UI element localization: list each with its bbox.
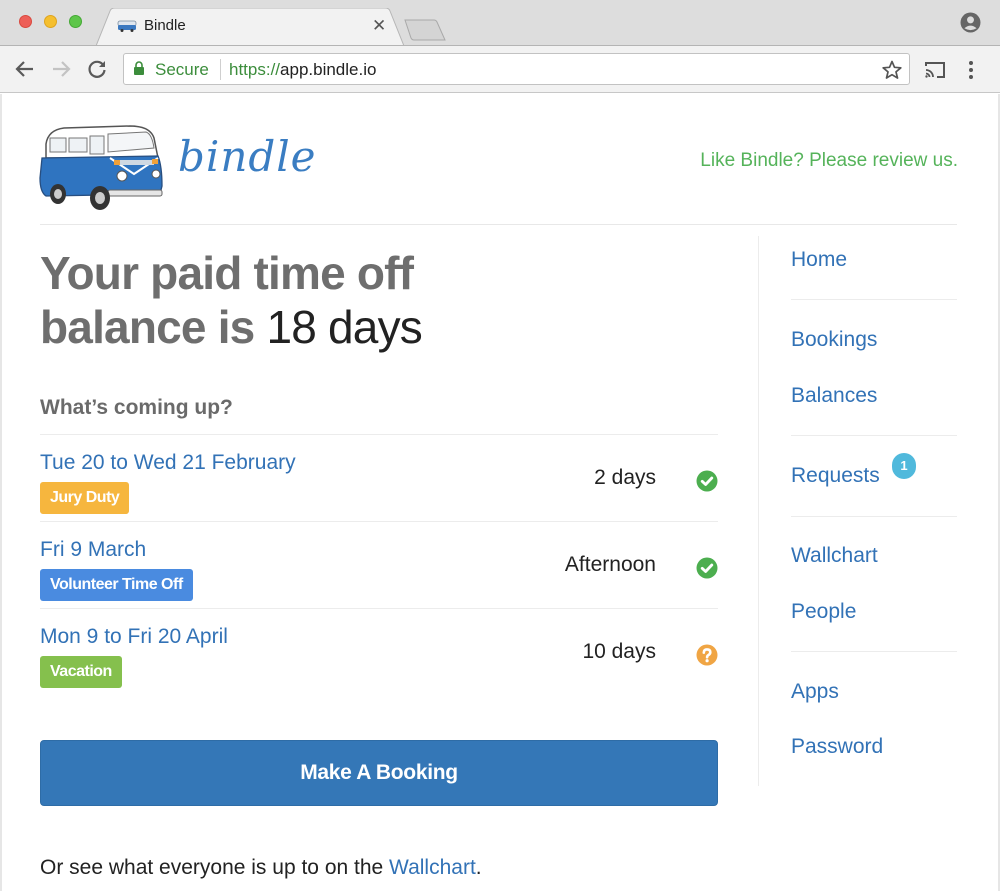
back-arrow-icon[interactable]	[14, 58, 36, 80]
url-scheme: https://	[229, 60, 281, 79]
upcoming-bookings-list: Tue 20 to Wed 21 February Jury Duty 2 da…	[40, 434, 718, 695]
omnibox-divider	[220, 59, 221, 80]
bindle-van-logo[interactable]	[38, 122, 164, 212]
browser-menu-icon[interactable]	[963, 59, 979, 81]
sidebar-separator	[791, 435, 957, 436]
minimize-window-button[interactable]	[44, 15, 57, 28]
browser-tab[interactable]	[96, 8, 404, 46]
header-divider	[40, 224, 957, 225]
bindle-favicon-icon	[117, 20, 137, 32]
sidebar-item-requests[interactable]: Requests	[791, 464, 880, 488]
balance-heading-line1: Your paid time off	[40, 247, 414, 299]
lock-icon	[134, 61, 144, 75]
sidebar-item-balances[interactable]: Balances	[791, 384, 877, 408]
booking-row[interactable]: Tue 20 to Wed 21 February Jury Duty 2 da…	[40, 434, 718, 521]
booking-dates-link[interactable]: Mon 9 to Fri 20 April	[40, 625, 228, 649]
booking-dates-link[interactable]: Fri 9 March	[40, 538, 146, 562]
leave-type-tag: Jury Duty	[40, 482, 130, 514]
bookmark-star-icon[interactable]	[881, 59, 903, 81]
leave-type-tag: Volunteer Time Off	[40, 569, 193, 601]
sidebar-separator	[791, 516, 957, 517]
check-circle-icon	[696, 470, 718, 492]
question-circle-icon	[696, 644, 718, 666]
balance-value: 18 days	[266, 301, 422, 353]
sidebar-item-bookings[interactable]: Bookings	[791, 328, 877, 352]
wallchart-link[interactable]: Wallchart	[389, 856, 476, 879]
booking-amount: 10 days	[582, 640, 656, 663]
sidebar-item-password[interactable]: Password	[791, 735, 883, 759]
sidebar-item-wallchart[interactable]: Wallchart	[791, 544, 878, 568]
balance-heading: Your paid time off balance is 18 days	[40, 246, 520, 354]
coming-up-heading: What’s coming up?	[40, 396, 233, 419]
bindle-wordmark[interactable]: bindle	[178, 132, 317, 181]
wallchart-note-prefix: Or see what everyone is up to on the	[40, 856, 390, 879]
check-circle-icon	[696, 557, 718, 579]
cast-icon[interactable]	[923, 60, 947, 80]
forward-arrow-icon[interactable]	[50, 58, 72, 80]
make-booking-button[interactable]: Make A Booking	[40, 740, 718, 806]
requests-count-badge: 1	[892, 453, 916, 479]
reload-icon[interactable]	[86, 58, 108, 80]
booking-row[interactable]: Mon 9 to Fri 20 April Vacation 10 days	[40, 608, 718, 695]
sidebar-separator	[791, 299, 957, 300]
maximize-window-button[interactable]	[69, 15, 82, 28]
wallchart-note: Or see what everyone is up to on the Wal…	[40, 856, 482, 880]
sidebar-item-people[interactable]: People	[791, 600, 856, 624]
booking-row[interactable]: Fri 9 March Volunteer Time Off Afternoon	[40, 521, 718, 608]
wallchart-note-suffix: .	[475, 856, 482, 879]
close-window-button[interactable]	[19, 15, 32, 28]
url-text[interactable]: https://app.bindle.io	[229, 60, 376, 80]
profile-icon[interactable]	[960, 12, 981, 33]
balance-heading-line2: balance is	[40, 301, 255, 353]
sidebar-item-apps[interactable]: Apps	[791, 680, 839, 704]
sidebar-item-home[interactable]: Home	[791, 248, 847, 272]
sidebar-separator	[791, 651, 957, 652]
tab-close-icon[interactable]: ✕	[372, 16, 386, 36]
url-host: app.bindle.io	[280, 60, 377, 79]
review-us-link[interactable]: Like Bindle? Please review us.	[700, 150, 958, 172]
tab-title: Bindle	[144, 17, 186, 34]
secure-label: Secure	[155, 60, 209, 79]
booking-amount: Afternoon	[564, 553, 656, 576]
booking-dates-link[interactable]: Tue 20 to Wed 21 February	[40, 451, 296, 475]
new-tab-button[interactable]	[404, 19, 446, 41]
sidebar-divider	[758, 236, 759, 786]
booking-amount: 2 days	[594, 466, 656, 489]
leave-type-tag: Vacation	[40, 656, 122, 688]
window-edge	[0, 94, 2, 891]
